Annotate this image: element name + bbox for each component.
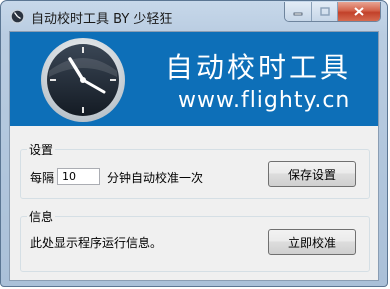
window-title: 自动校时工具 BY 少轻狂 — [31, 12, 173, 27]
info-message: 此处显示程序运行信息。 — [30, 236, 163, 250]
maximize-button[interactable] — [311, 2, 337, 21]
banner-url: www.flighty.cn — [178, 88, 351, 113]
client-area: 自动校时工具 www.flighty.cn 设置 每隔 分钟自动校准一次 保存设… — [9, 31, 379, 281]
minimize-button[interactable] — [285, 2, 311, 21]
save-settings-button[interactable]: 保存设置 — [268, 161, 356, 187]
close-button[interactable] — [337, 2, 380, 21]
clock-logo-icon — [41, 38, 125, 122]
info-group-label: 信息 — [27, 208, 56, 225]
close-icon — [354, 7, 364, 16]
interval-prefix-label: 每隔 — [30, 171, 55, 185]
sync-now-button[interactable]: 立即校准 — [268, 229, 356, 255]
minimize-icon — [293, 12, 303, 15]
interval-input[interactable] — [57, 168, 100, 185]
banner-title: 自动校时工具 — [165, 51, 352, 84]
settings-group-label: 设置 — [27, 141, 56, 158]
clock-app-icon — [10, 9, 25, 24]
title-bar[interactable]: 自动校时工具 BY 少轻狂 — [1, 1, 387, 31]
header-banner: 自动校时工具 www.flighty.cn — [10, 32, 378, 126]
caption-buttons — [284, 2, 381, 22]
app-window: 自动校时工具 BY 少轻狂 自动校时工具 www.flighty.cn 设置 每… — [0, 0, 388, 287]
maximize-icon — [319, 7, 330, 16]
interval-suffix-label: 分钟自动校准一次 — [107, 171, 204, 185]
